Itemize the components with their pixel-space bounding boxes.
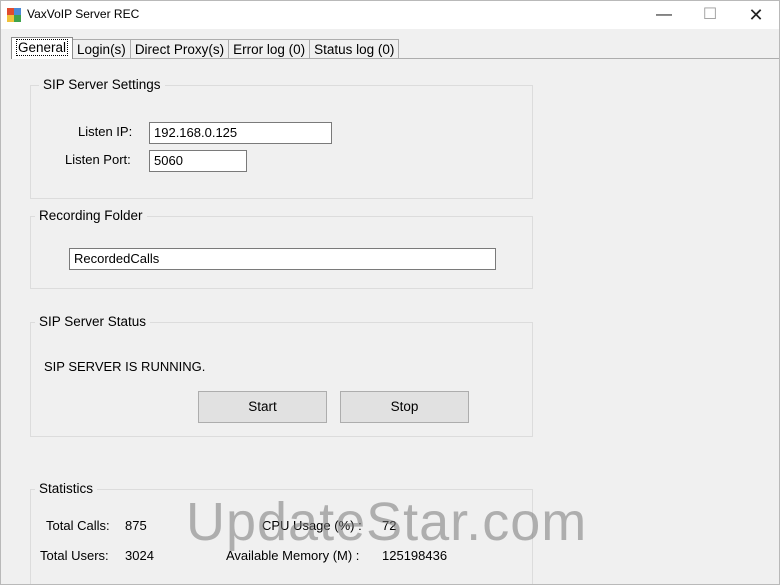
recording-folder-group: Recording Folder RecordedCalls xyxy=(30,208,533,289)
stop-button[interactable]: Stop xyxy=(340,391,469,423)
tab-direct-proxys[interactable]: Direct Proxy(s) xyxy=(129,39,230,59)
statistics-group: Statistics Total Calls: 875 CPU Usage (%… xyxy=(30,481,533,584)
maximize-button[interactable]: ☐ xyxy=(687,1,733,29)
app-icon xyxy=(7,8,21,22)
listen-port-label: Listen Port: xyxy=(65,152,131,167)
cpu-usage-label: CPU Usage (%) : xyxy=(262,518,362,533)
general-tab-panel: SIP Server Settings Listen IP: 192.168.0… xyxy=(11,58,779,584)
minimize-button[interactable]: — xyxy=(641,1,687,29)
recording-folder-input[interactable]: RecordedCalls xyxy=(69,248,496,270)
start-button[interactable]: Start xyxy=(198,391,327,423)
sip-status-group: SIP Server Status SIP SERVER IS RUNNING.… xyxy=(30,314,533,437)
available-memory-label: Available Memory (M) : xyxy=(226,548,360,563)
statistics-title: Statistics xyxy=(35,481,98,496)
app-window: VaxVoIP Server REC — ☐ ✕ General Login(s… xyxy=(0,0,780,585)
sip-settings-title: SIP Server Settings xyxy=(39,77,165,92)
tab-general[interactable]: General xyxy=(11,37,74,59)
total-calls-value: 875 xyxy=(125,518,147,533)
cpu-usage-value: 72 xyxy=(382,518,397,533)
sip-settings-group: SIP Server Settings Listen IP: 192.168.0… xyxy=(30,77,533,199)
tab-logins[interactable]: Login(s) xyxy=(72,39,131,59)
available-memory-value: 125198436 xyxy=(382,548,448,563)
total-calls-label: Total Calls: xyxy=(46,518,110,533)
server-status-message: SIP SERVER IS RUNNING. xyxy=(44,359,206,374)
tab-error-log[interactable]: Error log (0) xyxy=(228,39,311,59)
window-title: VaxVoIP Server REC xyxy=(27,7,140,21)
listen-ip-label: Listen IP: xyxy=(78,124,133,139)
close-button[interactable]: ✕ xyxy=(733,1,779,29)
total-users-value: 3024 xyxy=(125,548,154,563)
tab-strip: General Login(s) Direct Proxy(s) Error l… xyxy=(11,37,400,59)
tab-status-log[interactable]: Status log (0) xyxy=(309,39,400,59)
total-users-label: Total Users: xyxy=(40,548,109,563)
recording-folder-title: Recording Folder xyxy=(35,208,147,223)
title-bar: VaxVoIP Server REC — ☐ ✕ xyxy=(1,1,779,29)
listen-ip-input[interactable]: 192.168.0.125 xyxy=(149,122,332,144)
sip-status-title: SIP Server Status xyxy=(35,314,151,329)
client-area: General Login(s) Direct Proxy(s) Error l… xyxy=(1,29,779,584)
listen-port-input[interactable]: 5060 xyxy=(149,150,247,172)
